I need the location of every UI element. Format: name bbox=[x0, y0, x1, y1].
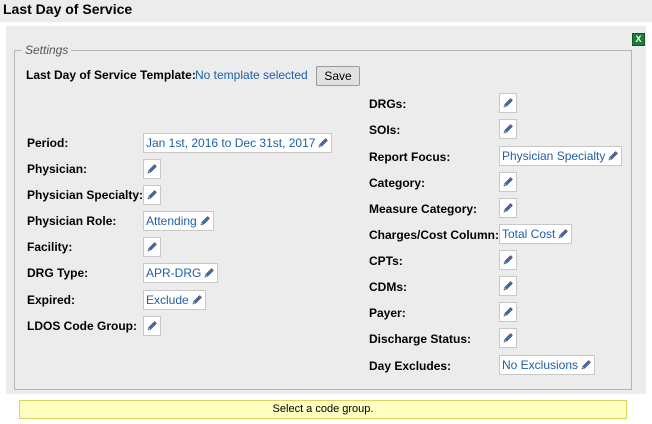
cpts-label: CPTs: bbox=[369, 254, 403, 268]
pencil-icon[interactable] bbox=[557, 228, 569, 240]
day-excludes-value: No Exclusions bbox=[502, 358, 579, 372]
pencil-icon[interactable] bbox=[317, 137, 329, 149]
day-excludes-label: Day Excludes: bbox=[369, 359, 452, 373]
period-field[interactable]: Jan 1st, 2016 to Dec 31st, 2017 bbox=[143, 133, 333, 153]
status-message: Select a code group. bbox=[19, 400, 627, 419]
period-value: Jan 1st, 2016 to Dec 31st, 2017 bbox=[146, 136, 316, 150]
excel-export-icon[interactable]: X bbox=[632, 33, 645, 46]
pencil-icon[interactable] bbox=[191, 294, 203, 306]
pencil-icon[interactable] bbox=[502, 202, 514, 214]
period-label: Period: bbox=[27, 136, 69, 150]
pencil-icon[interactable] bbox=[502, 97, 514, 109]
charges-cost-column-field[interactable]: Total Cost bbox=[499, 224, 573, 244]
drgs-label: DRGs: bbox=[369, 97, 407, 111]
pencil-icon[interactable] bbox=[502, 332, 514, 344]
drgs-field[interactable] bbox=[499, 93, 517, 113]
discharge-status-label: Discharge Status: bbox=[369, 332, 472, 346]
report-focus-field[interactable]: Physician Specialty bbox=[499, 146, 623, 166]
expired-field[interactable]: Exclude bbox=[143, 290, 206, 310]
day-excludes-field[interactable]: No Exclusions bbox=[499, 355, 596, 375]
pencil-icon[interactable] bbox=[502, 306, 514, 318]
category-label: Category: bbox=[369, 176, 426, 190]
expired-value: Exclude bbox=[146, 293, 189, 307]
settings-legend: Settings bbox=[22, 43, 72, 57]
physician-field[interactable] bbox=[143, 159, 161, 179]
charges-cost-column-label: Charges/Cost Column: bbox=[369, 228, 500, 242]
report-focus-label: Report Focus: bbox=[369, 150, 451, 164]
pencil-icon[interactable] bbox=[502, 123, 514, 135]
drg-type-field[interactable]: APR-DRG bbox=[143, 263, 219, 283]
pencil-icon[interactable] bbox=[502, 176, 514, 188]
pencil-icon[interactable] bbox=[502, 254, 514, 266]
cdms-field[interactable] bbox=[499, 276, 517, 296]
measure-category-label: Measure Category: bbox=[369, 202, 478, 216]
pencil-icon[interactable] bbox=[607, 150, 619, 162]
charges-cost-column-value: Total Cost bbox=[502, 227, 556, 241]
physician-role-value: Attending bbox=[146, 214, 197, 228]
sois-label: SOIs: bbox=[369, 123, 401, 137]
ldos-code-group-label: LDOS Code Group: bbox=[27, 319, 137, 333]
facility-label: Facility: bbox=[27, 240, 73, 254]
physician-label: Physician: bbox=[27, 162, 88, 176]
pencil-icon[interactable] bbox=[199, 215, 211, 227]
payer-label: Payer: bbox=[369, 306, 406, 320]
pencil-icon[interactable] bbox=[146, 320, 158, 332]
template-select-link[interactable]: No template selected bbox=[195, 68, 308, 82]
pencil-icon[interactable] bbox=[146, 189, 158, 201]
pencil-icon[interactable] bbox=[580, 359, 592, 371]
pencil-icon[interactable] bbox=[502, 280, 514, 292]
payer-field[interactable] bbox=[499, 302, 517, 322]
physician-specialty-field[interactable] bbox=[143, 185, 161, 205]
template-label: Last Day of Service Template: bbox=[26, 68, 196, 82]
cpts-field[interactable] bbox=[499, 250, 517, 270]
physician-role-field[interactable]: Attending bbox=[143, 211, 214, 231]
category-field[interactable] bbox=[499, 172, 517, 192]
drg-type-label: DRG Type: bbox=[27, 266, 89, 280]
cdms-label: CDMs: bbox=[369, 280, 407, 294]
pencil-icon[interactable] bbox=[203, 267, 215, 279]
pencil-icon[interactable] bbox=[146, 241, 158, 253]
save-button[interactable]: Save bbox=[316, 66, 360, 86]
pencil-icon[interactable] bbox=[146, 163, 158, 175]
physician-role-label: Physician Role: bbox=[27, 214, 117, 228]
facility-field[interactable] bbox=[143, 237, 161, 257]
discharge-status-field[interactable] bbox=[499, 328, 517, 348]
drg-type-value: APR-DRG bbox=[146, 266, 202, 280]
expired-label: Expired: bbox=[27, 293, 76, 307]
report-focus-value: Physician Specialty bbox=[502, 149, 606, 163]
sois-field[interactable] bbox=[499, 119, 517, 139]
ldos-code-group-field[interactable] bbox=[143, 316, 161, 336]
page-title: Last Day of Service bbox=[0, 0, 652, 22]
measure-category-field[interactable] bbox=[499, 198, 517, 218]
physician-specialty-label: Physician Specialty: bbox=[27, 188, 144, 202]
